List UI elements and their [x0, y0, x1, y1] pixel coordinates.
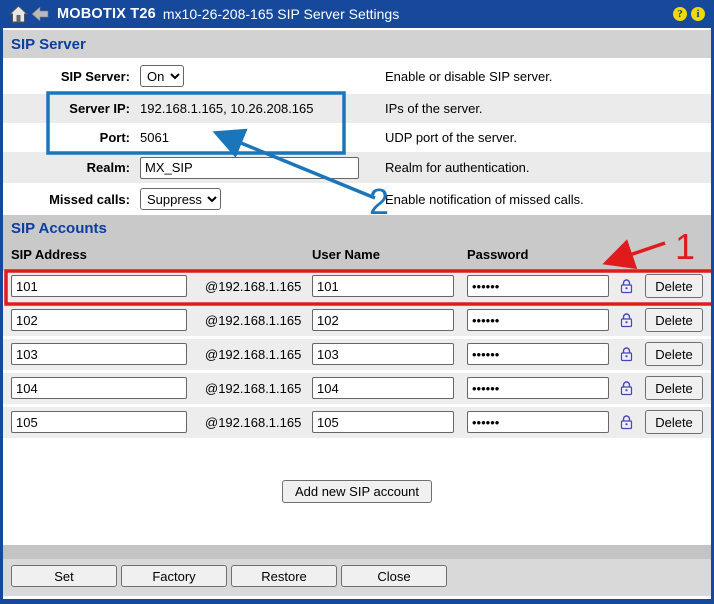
sip-domain-text: @192.168.1.165	[205, 347, 301, 362]
sip-accounts-section-header: SIP Accounts SIP Address User Name Passw…	[3, 215, 711, 271]
sip-server-label: SIP Server:	[3, 69, 130, 84]
port-row: Port: 5061 UDP port of the server.	[3, 123, 711, 152]
server-ip-row: Server IP: 192.168.1.165, 10.26.208.165 …	[3, 94, 711, 123]
delete-button[interactable]: Delete	[645, 308, 703, 332]
sip-server-select[interactable]: On	[140, 65, 184, 87]
password-input[interactable]	[467, 411, 609, 433]
column-header-user-name: User Name	[312, 247, 380, 262]
lock-icon	[620, 313, 633, 333]
lock-icon	[620, 347, 633, 367]
footer-divider-strip	[3, 545, 711, 559]
sip-server-desc: Enable or disable SIP server.	[385, 69, 552, 84]
realm-row: Realm: Realm for authentication.	[3, 152, 711, 183]
account-row-102: @192.168.1.165 Delete	[3, 305, 711, 336]
account-row-103: @192.168.1.165 Delete	[3, 339, 711, 370]
port-label: Port:	[3, 130, 130, 145]
footer-button-bar: Set Factory Restore Close	[3, 559, 711, 596]
sip-domain-text: @192.168.1.165	[205, 313, 301, 328]
realm-label: Realm:	[3, 160, 130, 175]
lock-icon	[620, 279, 633, 299]
password-input[interactable]	[467, 309, 609, 331]
sip-server-settings-page: MOBOTIX T26 mx10-26-208-165 SIP Server S…	[0, 0, 714, 604]
sip-server-section-header: SIP Server	[3, 30, 711, 58]
restore-button[interactable]: Restore	[231, 565, 337, 587]
missed-calls-label: Missed calls:	[3, 192, 130, 207]
user-name-input[interactable]	[312, 309, 454, 331]
user-name-input[interactable]	[312, 377, 454, 399]
sip-domain-text: @192.168.1.165	[205, 381, 301, 396]
password-input[interactable]	[467, 377, 609, 399]
set-button[interactable]: Set	[11, 565, 117, 587]
port-desc: UDP port of the server.	[385, 130, 517, 145]
lock-icon	[620, 415, 633, 435]
info-icon[interactable]: i	[691, 7, 705, 21]
sip-address-input[interactable]	[11, 343, 187, 365]
port-value: 5061	[140, 130, 169, 145]
delete-button[interactable]: Delete	[645, 410, 703, 434]
realm-desc: Realm for authentication.	[385, 160, 530, 175]
server-ip-value: 192.168.1.165, 10.26.208.165	[140, 101, 314, 116]
user-name-input[interactable]	[312, 275, 454, 297]
sip-domain-text: @192.168.1.165	[205, 415, 301, 430]
page-title: mx10-26-208-165 SIP Server Settings	[163, 6, 399, 22]
help-icon[interactable]: ?	[673, 7, 687, 21]
delete-button[interactable]: Delete	[645, 274, 703, 298]
sip-server-row: SIP Server: On Enable or disable SIP ser…	[3, 58, 711, 94]
password-input[interactable]	[467, 275, 609, 297]
column-header-sip-address: SIP Address	[11, 247, 87, 262]
sip-address-input[interactable]	[11, 309, 187, 331]
server-ip-label: Server IP:	[3, 101, 130, 116]
sip-address-input[interactable]	[11, 275, 187, 297]
missed-calls-row: Missed calls: Suppress Enable notificati…	[3, 183, 711, 215]
account-row-104: @192.168.1.165 Delete	[3, 373, 711, 404]
lock-icon	[620, 381, 633, 401]
column-header-password: Password	[467, 247, 528, 262]
missed-calls-select[interactable]: Suppress	[140, 188, 221, 210]
user-name-input[interactable]	[312, 343, 454, 365]
password-input[interactable]	[467, 343, 609, 365]
missed-calls-desc: Enable notification of missed calls.	[385, 192, 584, 207]
account-row-105: @192.168.1.165 Delete	[3, 407, 711, 438]
delete-button[interactable]: Delete	[645, 376, 703, 400]
sip-accounts-title: SIP Accounts	[11, 220, 107, 237]
back-arrow-icon[interactable]	[32, 7, 49, 21]
title-bar: MOBOTIX T26 mx10-26-208-165 SIP Server S…	[3, 0, 711, 28]
server-ip-desc: IPs of the server.	[385, 101, 483, 116]
factory-button[interactable]: Factory	[121, 565, 227, 587]
account-row-101: @192.168.1.165 Delete	[3, 271, 711, 302]
brand-title: MOBOTIX T26	[57, 6, 156, 22]
sip-address-input[interactable]	[11, 411, 187, 433]
close-button[interactable]: Close	[341, 565, 447, 587]
sip-domain-text: @192.168.1.165	[205, 279, 301, 294]
delete-button[interactable]: Delete	[645, 342, 703, 366]
home-icon[interactable]	[9, 5, 28, 23]
user-name-input[interactable]	[312, 411, 454, 433]
realm-input[interactable]	[140, 157, 359, 179]
sip-address-input[interactable]	[11, 377, 187, 399]
add-sip-account-button[interactable]: Add new SIP account	[282, 480, 432, 503]
